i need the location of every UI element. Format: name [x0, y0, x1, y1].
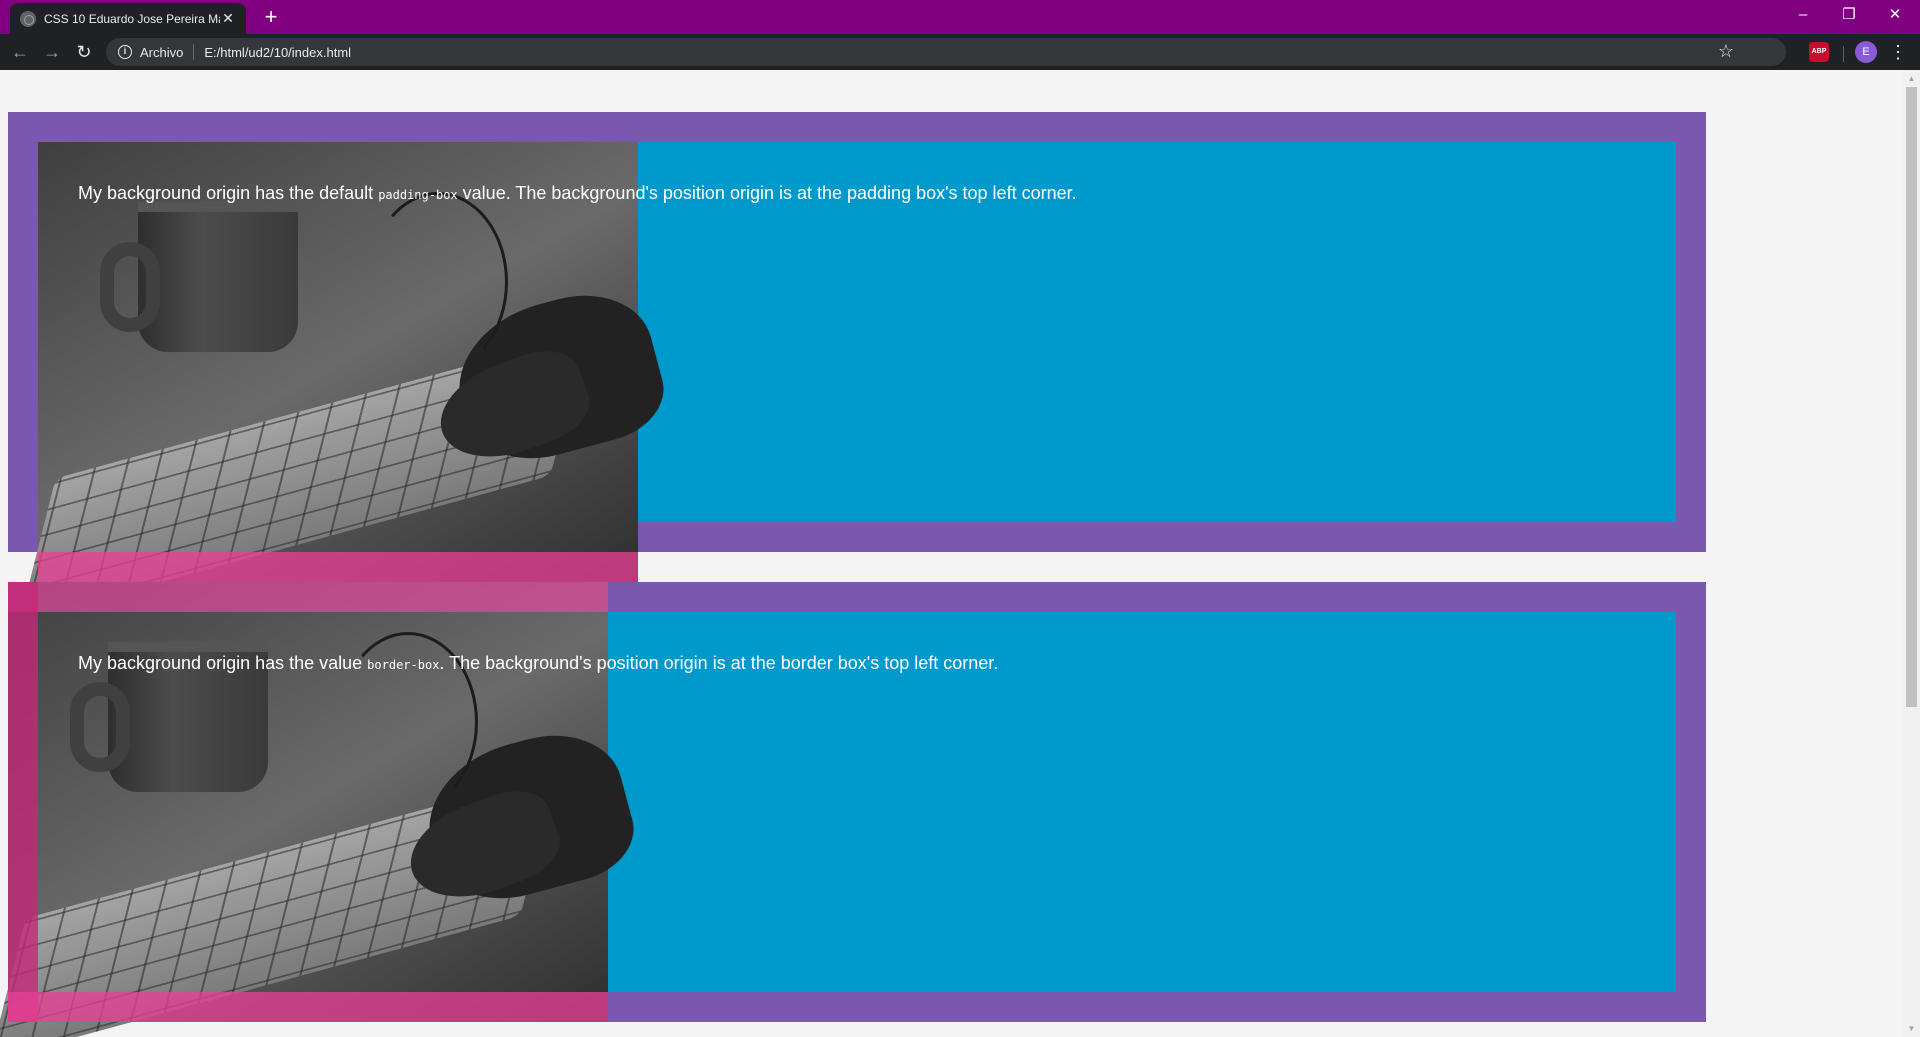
- tab-title: CSS 10 Eduardo Jose Pereira Mac: [44, 11, 220, 26]
- tab-close-icon[interactable]: ✕: [220, 10, 236, 27]
- demo-text: My background origin has the value borde…: [78, 652, 1636, 676]
- text-after: . The background's position origin is at…: [439, 653, 999, 673]
- desk-photo-background: [19, 142, 675, 621]
- restore-button[interactable]: ❐: [1826, 0, 1872, 30]
- address-separator: [193, 44, 195, 60]
- profile-avatar[interactable]: E: [1855, 41, 1877, 63]
- scroll-thumb[interactable]: [1906, 87, 1917, 707]
- forward-icon[interactable]: →: [38, 38, 66, 66]
- menu-kebab-icon[interactable]: ⋮: [1888, 40, 1908, 64]
- mug-handle-shape: [70, 682, 130, 772]
- text-after: value. The background's position origin …: [457, 183, 1077, 203]
- pink-overlay-bottom: [38, 552, 638, 582]
- toolbar-separator: [1843, 46, 1844, 62]
- pink-overlay-bottom: [8, 992, 608, 1022]
- demo-text: My background origin has the default pad…: [78, 182, 1636, 206]
- reload-icon[interactable]: ↻: [70, 38, 98, 66]
- padding-box-demo: My background origin has the default pad…: [8, 112, 1706, 621]
- cable-shape: [368, 192, 508, 372]
- address-bar[interactable]: i Archivo E:/html/ud2/10/index.html ☆: [106, 38, 1786, 66]
- page-viewport: My background origin has the default pad…: [0, 70, 1903, 1037]
- browser-toolbar: ← → ↻ i Archivo E:/html/ud2/10/index.htm…: [0, 34, 1920, 70]
- url-text[interactable]: E:/html/ud2/10/index.html: [204, 45, 351, 60]
- desk-photo-background: [0, 582, 645, 1037]
- text-before: My background origin has the value: [78, 653, 368, 673]
- mug-shape: [138, 202, 298, 352]
- code-value: border-box: [367, 658, 440, 672]
- back-icon[interactable]: ←: [6, 38, 34, 66]
- pink-overlay-left: [8, 582, 38, 1022]
- close-window-button[interactable]: ✕: [1872, 0, 1918, 30]
- bookmark-star-icon[interactable]: ☆: [1718, 41, 1734, 62]
- new-tab-button[interactable]: +: [258, 4, 284, 30]
- info-icon[interactable]: i: [118, 45, 132, 59]
- code-value: padding-box: [378, 188, 458, 202]
- pink-overlay-top: [8, 582, 608, 612]
- scroll-down-arrow-icon[interactable]: ▼: [1903, 1020, 1920, 1037]
- minimize-button[interactable]: –: [1780, 0, 1826, 30]
- border-box-demo: My background origin has the value borde…: [0, 582, 1706, 1037]
- vertical-scrollbar[interactable]: ▲ ▼: [1903, 70, 1920, 1037]
- browser-tab[interactable]: CSS 10 Eduardo Jose Pereira Mac ✕: [10, 3, 246, 34]
- mug-handle-shape: [100, 242, 160, 332]
- security-label: Archivo: [140, 44, 184, 60]
- scroll-up-arrow-icon[interactable]: ▲: [1903, 70, 1920, 87]
- adblock-extension-icon[interactable]: ABP: [1809, 42, 1829, 62]
- browser-titlebar: CSS 10 Eduardo Jose Pereira Mac ✕ + – ❐ …: [0, 0, 1920, 34]
- text-before: My background origin has the default: [78, 183, 379, 203]
- globe-icon: [20, 10, 36, 27]
